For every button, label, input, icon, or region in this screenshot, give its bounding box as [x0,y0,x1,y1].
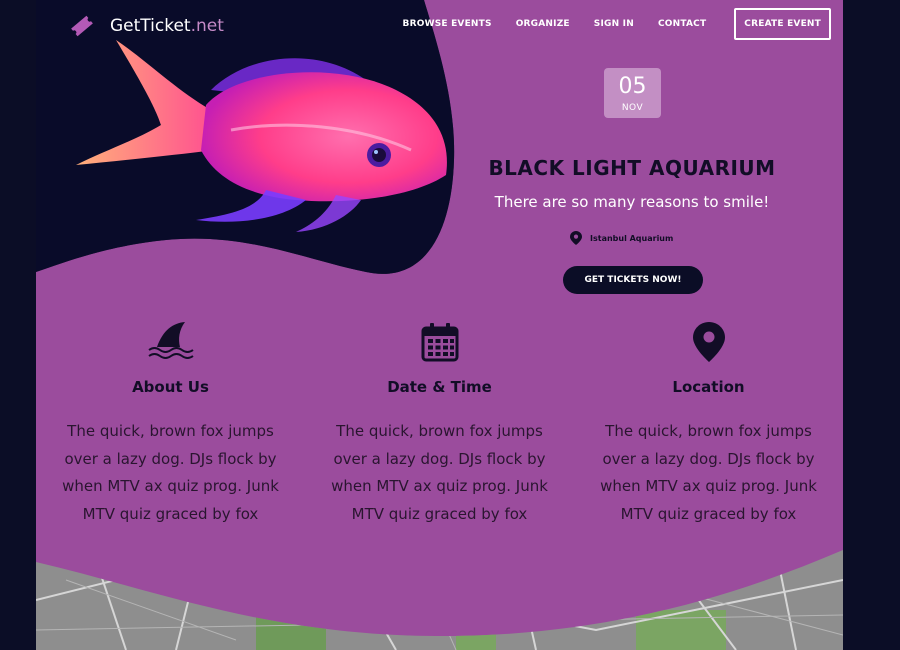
location-map[interactable] [36,540,843,650]
feature-text: The quick, brown fox jumps over a lazy d… [331,422,548,523]
feature-title: About Us [132,378,209,396]
calendar-icon [421,323,458,362]
landing-page: GetTicket.net BROWSE EVENTS ORGANIZE SIG… [36,0,843,650]
nav-organize[interactable]: ORGANIZE [516,19,570,29]
logo-name: GetTicket [110,16,191,36]
event-title: BLACK LIGHT AQUARIUM [488,156,776,180]
main-nav: BROWSE EVENTS ORGANIZE SIGN IN CONTACT C… [379,8,831,40]
ticket-icon [71,15,93,37]
feature-text: The quick, brown fox jumps over a lazy d… [600,422,817,523]
feature-location: Location The quick, brown fox jumps over… [574,318,843,528]
feature-date-time: Date & Time The quick, brown fox jumps o… [305,318,574,528]
feature-text: The quick, brown fox jumps over a lazy d… [62,422,279,523]
venue-name: Istanbul Aquarium [590,233,674,243]
create-event-button[interactable]: CREATE EVENT [734,8,831,40]
site-logo[interactable]: GetTicket.net [68,12,224,40]
feature-about: About Us The quick, brown fox jumps over… [36,318,305,528]
event-venue: Istanbul Aquarium [570,231,673,245]
nav-browse-events[interactable]: BROWSE EVENTS [403,19,492,29]
logo-tld: .net [190,16,224,36]
event-day: 05 [618,74,647,99]
logo-text: GetTicket.net [110,16,224,36]
get-tickets-button[interactable]: GET TICKETS NOW! [563,266,703,294]
feature-title: Date & Time [387,378,492,396]
event-month: NOV [621,103,644,113]
shark-fin-icon [147,322,194,359]
nav-sign-in[interactable]: SIGN IN [594,19,634,29]
map-pin-icon [692,322,725,362]
features-section: About Us The quick, brown fox jumps over… [36,318,843,528]
map-marker-icon [570,231,582,245]
nav-contact[interactable]: CONTACT [658,19,706,29]
feature-title: Location [672,378,745,396]
hero-fish-image [36,0,455,274]
event-date-badge: 05 NOV [604,68,661,118]
event-tagline: There are so many reasons to smile! [494,193,770,211]
